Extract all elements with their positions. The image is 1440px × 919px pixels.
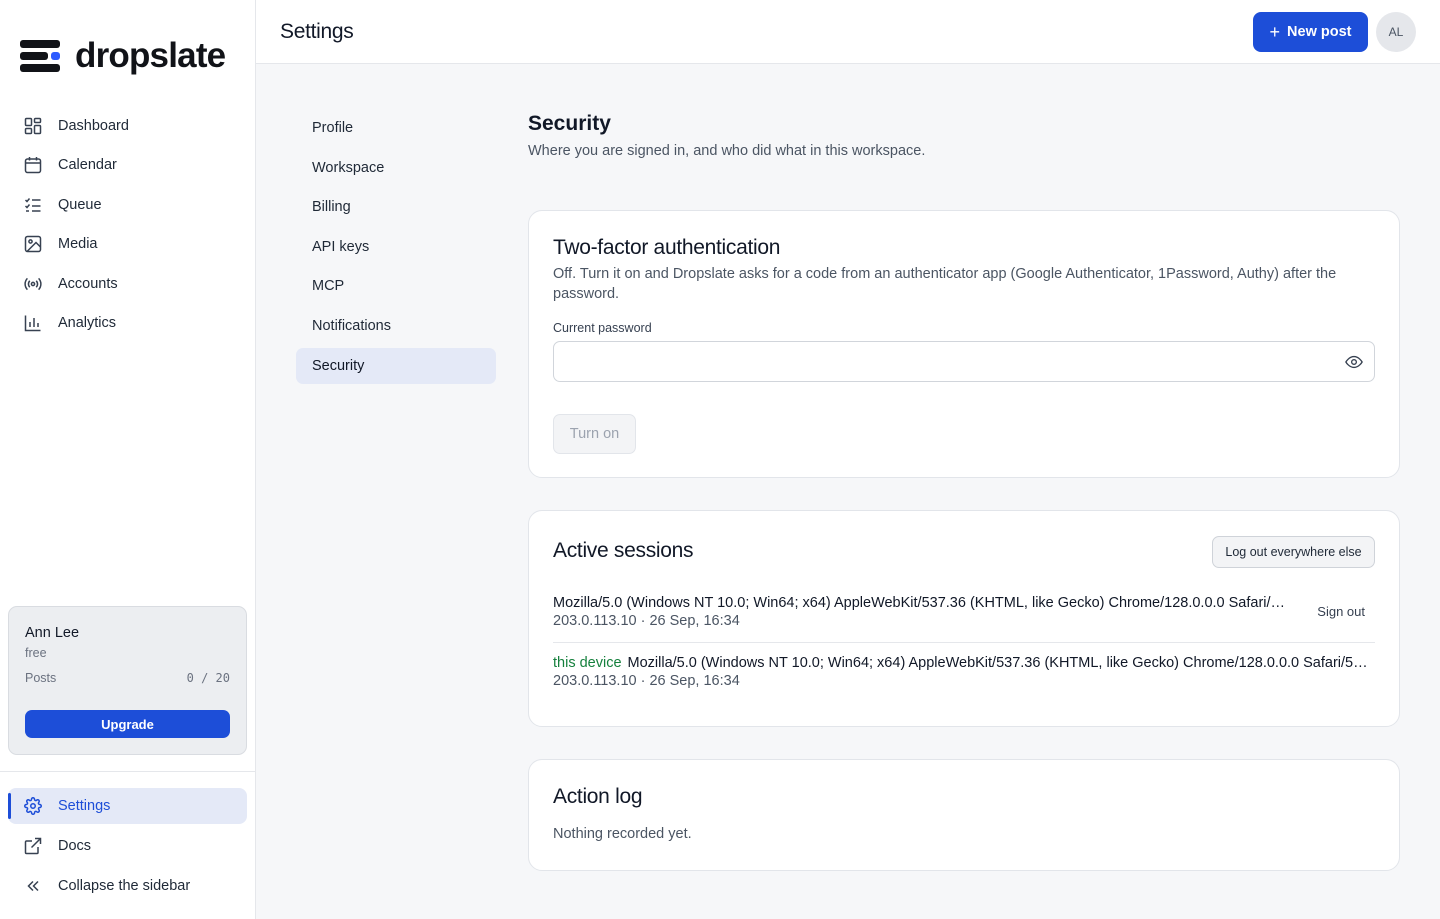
session-user-agent: Mozilla/5.0 (Windows NT 10.0; Win64; x64… (553, 595, 1293, 611)
sidebar-item-settings[interactable]: Settings (8, 788, 247, 824)
sidebar-item-calendar[interactable]: Calendar (8, 147, 247, 183)
action-log-card: Action log Nothing recorded yet. (528, 759, 1400, 871)
plus-icon: + (1269, 22, 1281, 42)
session-user-agent: Mozilla/5.0 (Windows NT 10.0; Win64; x64… (627, 655, 1375, 671)
new-post-label: New post (1287, 24, 1352, 40)
turn-on-button[interactable]: Turn on (553, 414, 636, 454)
sidebar-item-accounts[interactable]: Accounts (8, 266, 247, 302)
active-sessions-card: Active sessions Log out everywhere else … (528, 510, 1400, 727)
sidebar-item-analytics[interactable]: Analytics (8, 305, 247, 341)
gear-icon (24, 797, 42, 815)
image-icon (24, 235, 42, 253)
main-nav: Dashboard Calendar Queue Media Accounts (8, 108, 247, 344)
brand-logo[interactable]: dropslate (20, 36, 226, 76)
current-password-field[interactable] (553, 341, 1375, 382)
chevrons-left-icon (24, 877, 42, 895)
external-link-icon (24, 837, 42, 855)
session-row: this device Mozilla/5.0 (Windows NT 10.0;… (553, 655, 1375, 689)
broadcast-icon (24, 275, 42, 293)
this-device-badge: this device (553, 655, 622, 671)
sidebar: dropslate Dashboard Calendar Queue Media (0, 0, 256, 919)
bottom-nav: Settings Docs Collapse the sidebar (8, 788, 247, 908)
sidebar-divider (0, 771, 255, 772)
plan-posts-label: Posts (25, 671, 57, 685)
plan-user-name: Ann Lee (25, 625, 80, 641)
eye-icon[interactable] (1344, 353, 1364, 371)
action-log-title: Action log (553, 785, 643, 808)
sidebar-item-label: Accounts (58, 275, 118, 292)
current-password-label: Current password (553, 321, 652, 335)
bar-chart-icon (24, 314, 42, 332)
sidebar-item-media[interactable]: Media (8, 226, 247, 262)
plan-posts-count: 0 / 20 (186, 671, 230, 685)
session-user-agent-line: this device Mozilla/5.0 (Windows NT 10.0;… (553, 655, 1375, 671)
two-factor-title: Two-factor authentication (553, 236, 781, 259)
sidebar-item-label: Calendar (58, 157, 117, 174)
section-title: Security (528, 112, 611, 135)
settings-tab-api-keys[interactable]: API keys (296, 229, 496, 265)
section-description: Where you are signed in, and who did wha… (528, 143, 926, 159)
avatar[interactable]: AL (1376, 12, 1416, 52)
sidebar-item-label: Settings (58, 798, 111, 814)
sidebar-item-queue[interactable]: Queue (8, 187, 247, 223)
sidebar-item-docs[interactable]: Docs (8, 828, 247, 864)
session-row: Mozilla/5.0 (Windows NT 10.0; Win64; x64… (553, 595, 1375, 643)
collapse-sidebar-button[interactable]: Collapse the sidebar (8, 868, 247, 904)
action-log-empty: Nothing recorded yet. (553, 826, 692, 842)
active-sessions-title: Active sessions (553, 539, 694, 562)
sidebar-item-label: Collapse the sidebar (58, 878, 191, 894)
settings-tab-mcp[interactable]: MCP (296, 268, 496, 304)
sidebar-item-dashboard[interactable]: Dashboard (8, 108, 247, 144)
settings-tab-profile[interactable]: Profile (296, 110, 496, 146)
queue-icon (24, 196, 42, 214)
logo-icon (20, 38, 60, 74)
brand-name: dropslate (75, 36, 226, 75)
sidebar-item-label: Queue (58, 196, 102, 213)
sign-out-button[interactable]: Sign out (1317, 604, 1365, 619)
upgrade-button[interactable]: Upgrade (25, 710, 230, 738)
two-factor-card: Two-factor authentication Off. Turn it o… (528, 210, 1400, 478)
plan-card: Ann Lee free Posts 0 / 20 Upgrade (8, 606, 247, 755)
sidebar-item-label: Media (58, 236, 98, 253)
session-meta: 203.0.113.10 · 26 Sep, 16:34 (553, 613, 740, 629)
settings-tab-workspace[interactable]: Workspace (296, 150, 496, 186)
top-bar: Settings + New post AL (256, 0, 1440, 64)
new-post-button[interactable]: + New post (1253, 12, 1368, 52)
page-title: Settings (280, 20, 354, 43)
session-meta: 203.0.113.10 · 26 Sep, 16:34 (553, 673, 740, 689)
sidebar-item-label: Dashboard (58, 118, 129, 134)
settings-tab-notifications[interactable]: Notifications (296, 308, 496, 344)
settings-tab-security[interactable]: Security (296, 347, 496, 384)
calendar-icon (24, 156, 42, 174)
settings-nav: Profile Workspace Billing API keys MCP N… (296, 110, 496, 387)
sidebar-item-label: Analytics (58, 314, 117, 331)
dashboard-icon (24, 117, 42, 135)
two-factor-description: Off. Turn it on and Dropslate asks for a… (553, 266, 1337, 302)
sidebar-item-label: Docs (58, 838, 92, 854)
plan-tier: free (25, 646, 47, 660)
settings-tab-billing[interactable]: Billing (296, 189, 496, 225)
log-out-everywhere-button[interactable]: Log out everywhere else (1212, 536, 1375, 568)
